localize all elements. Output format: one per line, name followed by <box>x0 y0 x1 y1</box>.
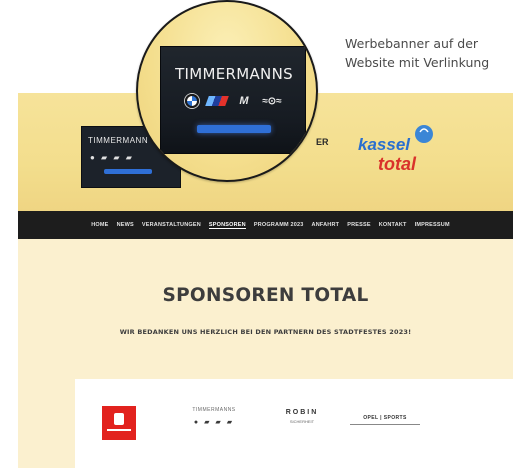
magnified-logos: M ≈⊙≈ <box>161 94 307 108</box>
robin-sub: SICHERHEIT <box>289 419 315 424</box>
sparkasse-logo[interactable] <box>102 406 136 440</box>
header-ad-brand: TIMMERMANN <box>88 136 149 145</box>
bmw-roundel-icon <box>185 94 199 108</box>
nav-item[interactable]: NEWS <box>117 222 134 228</box>
m-stripes-icon <box>205 96 229 106</box>
opel-sponsor-logo[interactable]: OPEL | SPORTS <box>350 415 420 425</box>
robin-name: ROBIN <box>285 409 319 416</box>
page-title: SPONSOREN TOTAL <box>162 285 369 306</box>
kassel-total-logo[interactable]: kassel total <box>350 120 450 182</box>
header-ad-cta[interactable] <box>104 169 152 174</box>
nav-item[interactable]: KONTAKT <box>379 222 407 228</box>
caption-line-1: Werbebanner auf der <box>345 36 479 51</box>
site-body: SPONSOREN TOTAL WIR BEDANKEN UNS HERZLIC… <box>18 239 513 468</box>
timmermanns-sponsor-text: TIMMERMANNS <box>192 407 236 413</box>
nav-item[interactable]: SPONSOREN <box>208 222 246 229</box>
mini-wings-icon: ≈⊙≈ <box>262 95 282 107</box>
logo-word-bottom: total <box>378 154 417 174</box>
magnified-cta-button[interactable] <box>197 125 271 133</box>
site-nav: HOME NEWS VERANSTALTUNGEN SPONSOREN PROGRAMM… <box>18 211 513 239</box>
timmermanns-sponsor-marks: ● ▰ ▰ ▰ <box>193 419 235 426</box>
page-subtitle: WIR BEDANKEN UNS HERZLICH BEI DEN PARTNE… <box>119 328 412 336</box>
nav-item[interactable]: ANFAHRT <box>312 222 340 228</box>
magnified-brand: TIMMERMANNS <box>175 65 293 83</box>
magnified-ad-banner[interactable]: TIMMERMANNS M ≈⊙≈ <box>160 46 306 154</box>
screenshot-canvas: Werbebanner auf der Website mit Verlinku… <box>0 0 513 468</box>
nav-item[interactable]: VERANSTALTUNGEN <box>142 222 201 228</box>
logo-word-top: kassel <box>358 135 411 154</box>
timmermanns-sponsor-logo[interactable]: TIMMERMANNS ● ▰ ▰ ▰ <box>179 407 249 437</box>
magnifier-circle: TIMMERMANNS M ≈⊙≈ <box>136 0 318 182</box>
caption: Werbebanner auf der Website mit Verlinku… <box>345 34 513 72</box>
nav-item[interactable]: PROGRAMM 2023 <box>254 222 304 228</box>
sponsor-panel: TIMMERMANNS ● ▰ ▰ ▰ ROBIN SICHERHEIT OPE… <box>75 379 513 468</box>
caption-line-2: Website mit Verlinkung <box>345 55 490 70</box>
nav-item[interactable]: IMPRESSUM <box>415 222 450 228</box>
nav-item[interactable]: HOME <box>91 222 108 228</box>
m-letter-icon: M <box>239 95 249 107</box>
bank-s-icon <box>114 413 124 425</box>
robin-sponsor-logo[interactable]: ROBIN SICHERHEIT <box>272 409 332 435</box>
header-partial-text: ER <box>316 137 329 147</box>
header-ad-logos: ● ▰ ▰ ▰ <box>90 153 134 162</box>
bank-text-line <box>107 429 131 431</box>
nav-item[interactable]: PRESSE <box>347 222 371 228</box>
